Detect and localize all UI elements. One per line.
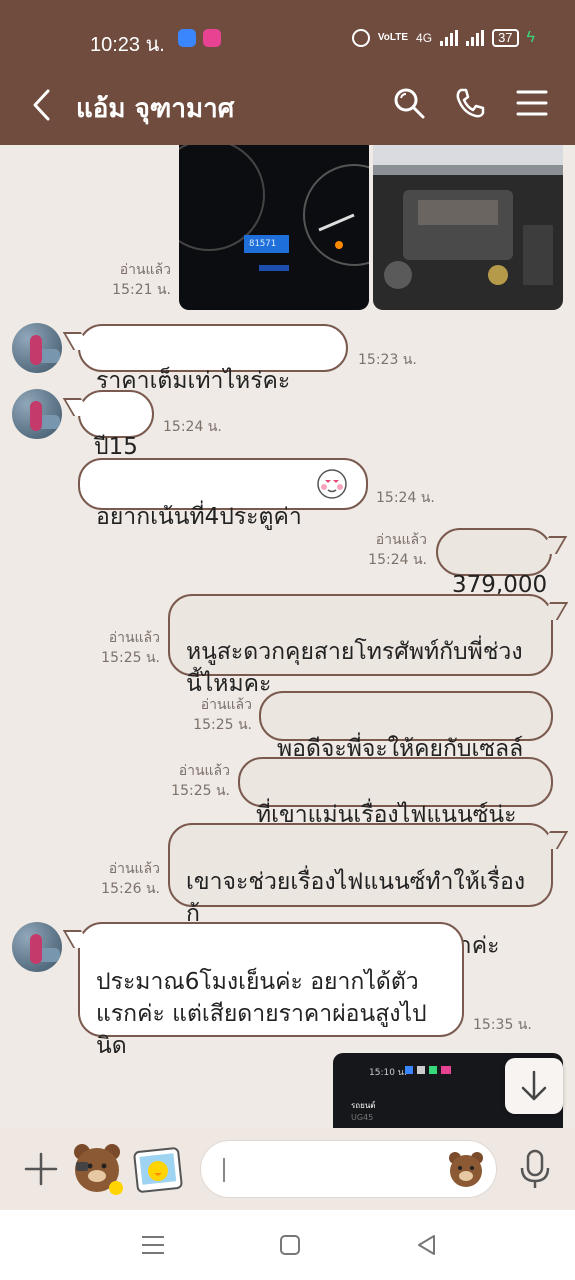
system-nav-bar: [0, 1210, 575, 1280]
message-meta: อ่านแล้ว 15:24 น.: [355, 530, 427, 570]
sally-chick-sticker-icon[interactable]: [132, 1144, 184, 1196]
engine-image: [373, 145, 563, 289]
chat-header: แอ้ม จุฑามาศ: [0, 70, 575, 145]
status-time: 10:23 น.: [90, 34, 165, 56]
outgoing-message[interactable]: พอดีจะพี่จะให้คุยกับเซลล์: [259, 691, 553, 762]
status-icons: VoLTE 4G 37 ϟ: [351, 26, 535, 50]
scroll-to-bottom-button[interactable]: [505, 1058, 563, 1114]
read-receipt: อ่านแล้ว: [108, 861, 160, 877]
dashboard-photo[interactable]: 81571: [179, 145, 369, 310]
outgoing-message[interactable]: 379,000: [436, 528, 552, 598]
message-text: ประมาณ6โมงเย็นค่ะ อยากได้ตัว แรกค่ะ แต่เ…: [96, 969, 427, 1059]
chat-area[interactable]: 81571 อ่านแล้ว 15:21 น. ราคาเต็มเท่าไหร่…: [0, 145, 575, 1128]
message-time: 15:26 น.: [101, 881, 160, 897]
engine-photo[interactable]: [373, 145, 563, 310]
notification-game-icon: [203, 29, 221, 47]
battery-icon: 37: [492, 29, 519, 47]
message-time: 15:25 น.: [171, 783, 230, 799]
signal-icon: [440, 30, 459, 46]
status-bar: 10:23 น. VoLTE 4G 37 ϟ: [0, 0, 575, 70]
network-type: 4G: [416, 31, 433, 45]
message-time: 15:35 น.: [473, 1017, 532, 1033]
recent-apps-icon[interactable]: [140, 1232, 166, 1258]
phone-icon[interactable]: [453, 86, 487, 120]
outgoing-message[interactable]: หนูสะดวกคุยสายโทรศัพท์กับพี่ช่วง นี้ไหมค…: [168, 594, 553, 697]
dashboard-image: [179, 145, 369, 271]
message-input[interactable]: [200, 1140, 497, 1198]
plus-icon[interactable]: [22, 1150, 60, 1188]
volte-label: VoLTE: [377, 32, 409, 43]
top-bar: 10:23 น. VoLTE 4G 37 ϟ แอ้ม จุฑามาศ: [0, 0, 575, 145]
read-receipt: อ่านแล้ว: [178, 763, 230, 779]
message-time: 15:24 น.: [376, 490, 435, 506]
blushing-face-emoji-icon: [317, 469, 347, 499]
outgoing-message[interactable]: เขาจะช่วยเรื่องไฟแนนซ์ทำให้เรื่องกู้ ได้…: [168, 823, 553, 959]
incoming-message[interactable]: อยากเน้นที่4ประตูค่า: [78, 458, 368, 530]
message-meta: อ่านแล้ว 15:25 น.: [90, 628, 160, 668]
message-time: 15:21 น.: [112, 282, 171, 298]
notification-app-icon: [178, 29, 196, 47]
incoming-message[interactable]: ราคาเต็มเท่าไหร่คะฟอด: [78, 324, 348, 426]
preview-dots-icon: [405, 1066, 451, 1074]
photo-meta: อ่านแล้ว 15:21 น.: [95, 260, 171, 300]
chevron-left-icon[interactable]: [28, 88, 58, 122]
preview-text-2: UG45: [351, 1113, 374, 1122]
message-text: ปี15: [94, 434, 138, 460]
brown-bear-sticker-icon[interactable]: [68, 1140, 126, 1198]
signal-icon-2: [466, 30, 485, 46]
preview-text-1: รถยนต์: [351, 1101, 376, 1110]
contact-avatar[interactable]: [12, 922, 62, 972]
read-receipt: อ่านแล้ว: [375, 532, 427, 548]
contact-avatar[interactable]: [12, 389, 62, 439]
read-receipt: อ่านแล้ว: [119, 262, 171, 278]
alarm-icon: [351, 29, 370, 47]
message-input-bar: [0, 1128, 575, 1210]
read-receipt: อ่านแล้ว: [200, 697, 252, 713]
menu-icon[interactable]: [515, 86, 549, 120]
text-caret: [223, 1158, 225, 1182]
message-time: 15:25 น.: [101, 650, 160, 666]
read-receipt: อ่านแล้ว: [108, 630, 160, 646]
message-text: อยากเน้นที่4ประตูค่า: [96, 504, 302, 530]
contact-avatar[interactable]: [12, 323, 62, 373]
message-meta: อ่านแล้ว 15:26 น.: [90, 859, 160, 899]
message-time: 15:24 น.: [368, 552, 427, 568]
message-time: 15:25 น.: [193, 717, 252, 733]
search-icon[interactable]: [392, 86, 426, 120]
arrow-down-icon: [521, 1070, 547, 1101]
message-meta: อ่านแล้ว 15:25 น.: [180, 695, 252, 735]
incoming-message[interactable]: ประมาณ6โมงเย็นค่ะ อยากได้ตัว แรกค่ะ แต่เ…: [78, 922, 464, 1059]
microphone-icon[interactable]: [518, 1148, 552, 1190]
message-meta: อ่านแล้ว 15:25 น.: [160, 761, 230, 801]
sticker-bear-icon[interactable]: [446, 1149, 486, 1189]
message-text: หนูสะดวกคุยสายโทรศัพท์กับพี่ช่วง นี้ไหมค…: [186, 639, 523, 697]
odometer-reading: 81571: [249, 239, 277, 249]
home-icon[interactable]: [277, 1232, 303, 1258]
chat-title[interactable]: แอ้ม จุฑามาศ: [76, 88, 234, 129]
message-time: 15:23 น.: [358, 352, 417, 368]
preview-time: 15:10 น.: [369, 1068, 407, 1078]
back-nav-icon[interactable]: [414, 1232, 440, 1258]
outgoing-message[interactable]: ที่เขาแม่นเรื่องไฟแนนซ์น่ะค่ะ: [238, 757, 553, 860]
incoming-message[interactable]: ปี15: [78, 390, 154, 460]
message-time: 15:24 น.: [163, 419, 222, 435]
charging-icon: ϟ: [526, 29, 535, 46]
